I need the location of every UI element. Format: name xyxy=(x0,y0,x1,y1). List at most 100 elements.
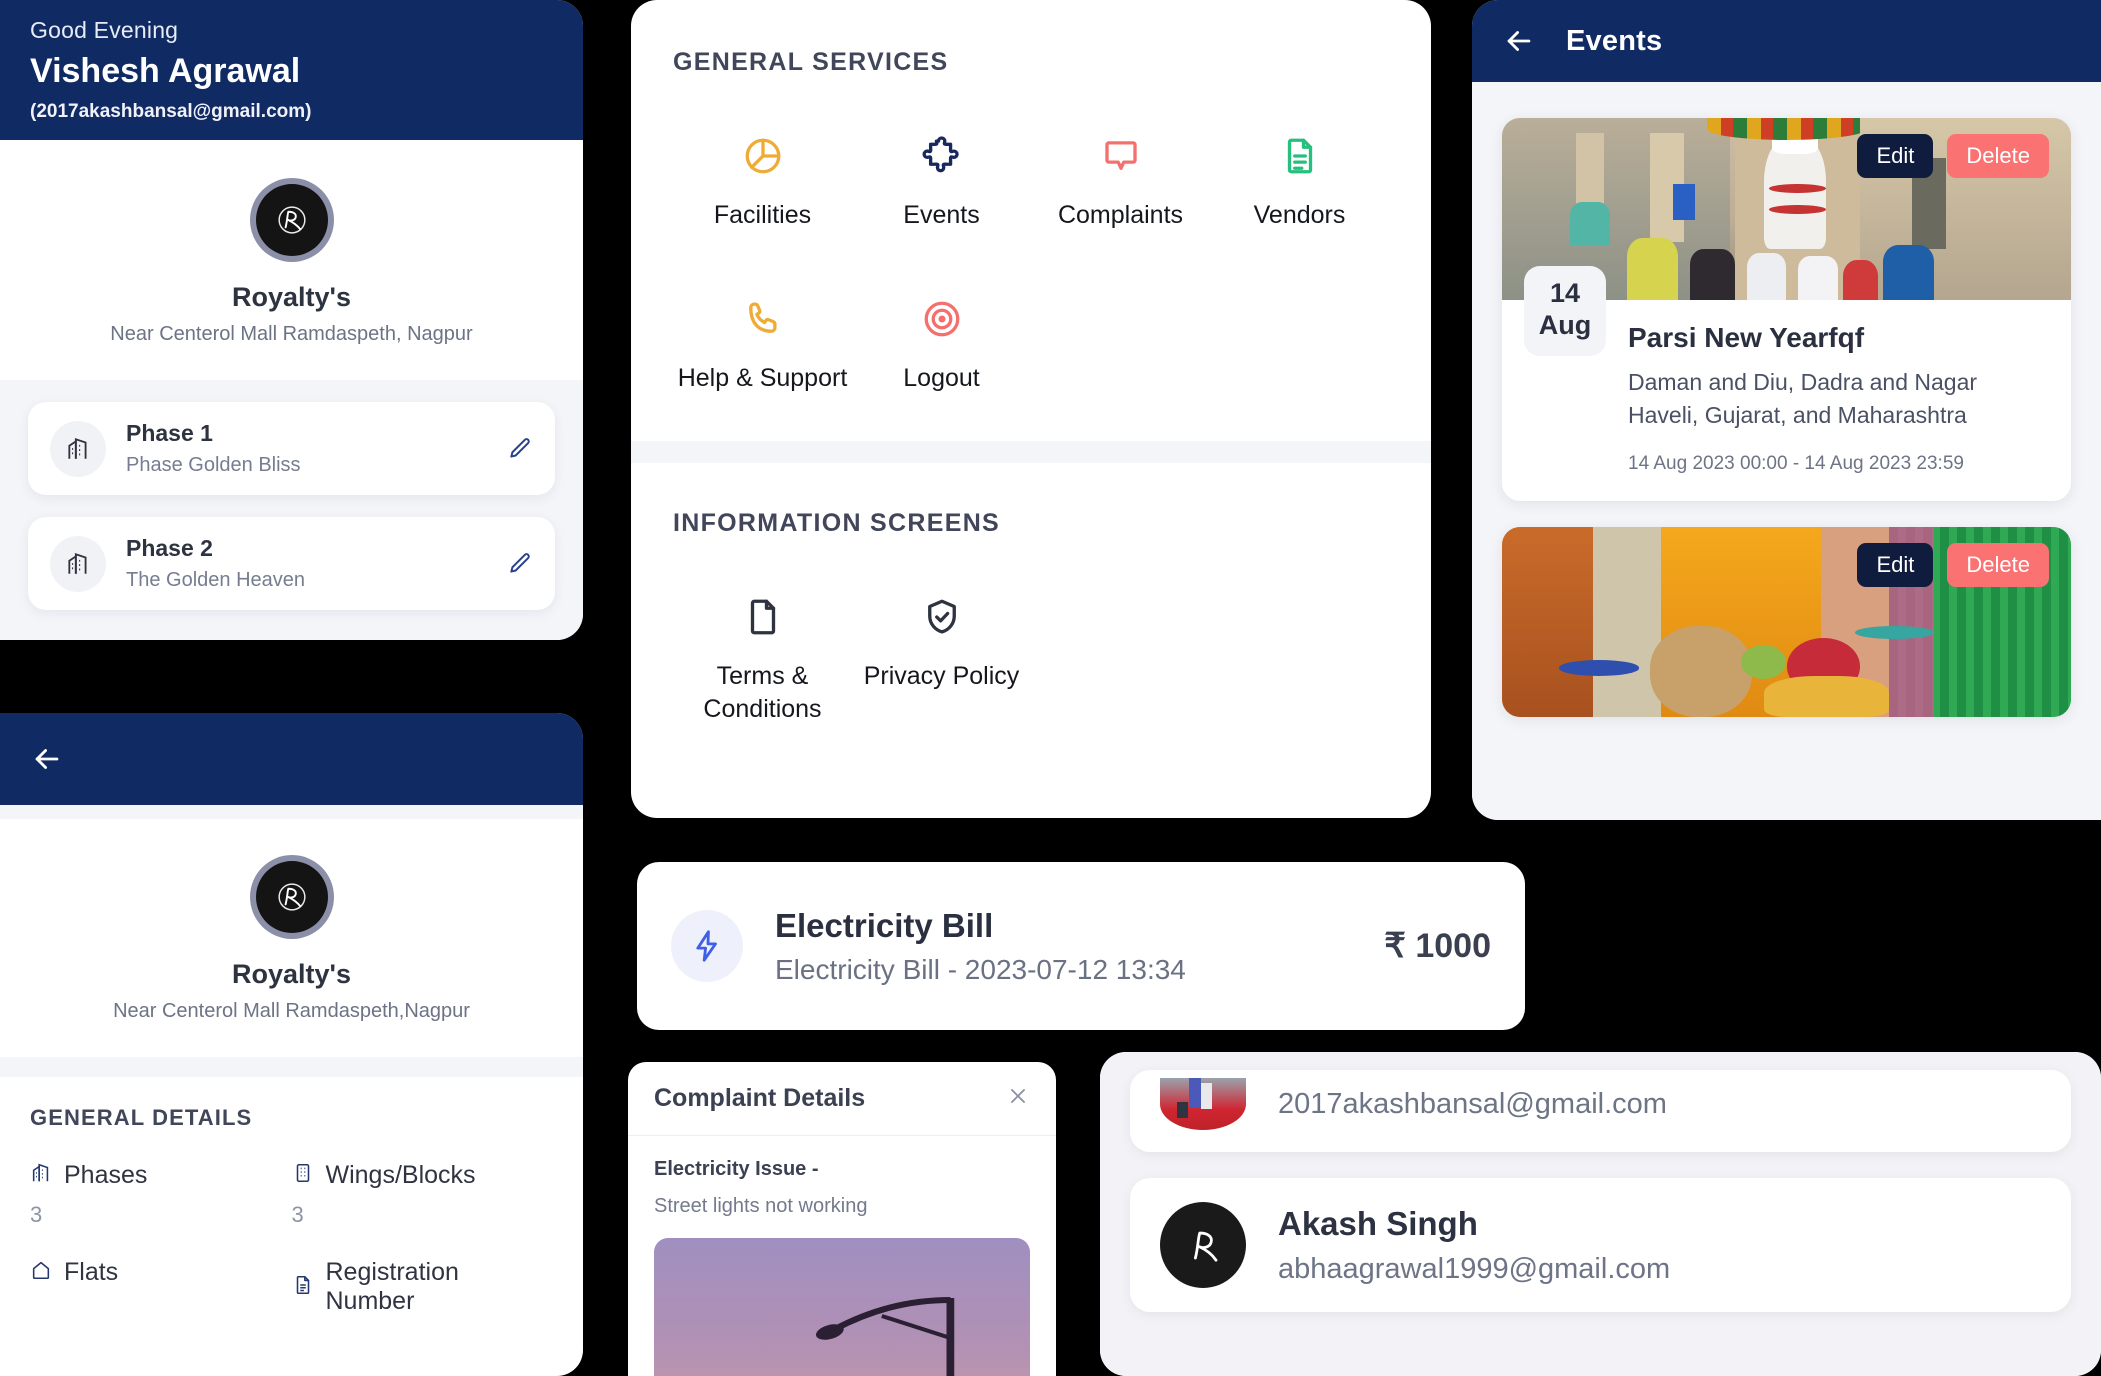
service-label: Complaints xyxy=(1057,201,1184,229)
service-item-facilities[interactable]: Facilities xyxy=(673,129,852,232)
power-target-icon xyxy=(921,292,963,346)
phase-list-item[interactable]: Phase 2 The Golden Heaven xyxy=(28,517,555,610)
close-icon[interactable] xyxy=(1006,1084,1030,1113)
event-actions: Edit Delete xyxy=(1857,134,2049,178)
org-name: Royalty's xyxy=(232,959,351,989)
event-time-range: 14 Aug 2023 00:00 - 14 Aug 2023 23:59 xyxy=(1628,453,1964,475)
lightning-bolt-icon xyxy=(671,910,743,982)
building-icon xyxy=(50,420,106,477)
phase-text-group: Phase 2 The Golden Heaven xyxy=(126,535,507,592)
bill-text-group: Electricity Bill Electricity Bill - 2023… xyxy=(775,907,1384,986)
detail-item-flats: Flats xyxy=(30,1258,292,1328)
service-item-help-support[interactable]: Help & Support xyxy=(673,292,852,395)
event-location: Daman and Diu, Dadra and Nagar Haveli, G… xyxy=(1628,369,1978,428)
detail-label: Registration Number xyxy=(325,1258,459,1315)
event-date-badge: 14 Aug xyxy=(1524,266,1606,356)
service-item-terms[interactable]: Terms & Conditions xyxy=(673,590,852,726)
service-item-privacy[interactable]: Privacy Policy xyxy=(852,590,1031,726)
phone-icon xyxy=(742,292,784,346)
modal-body: Electricity Issue - Street lights not wo… xyxy=(628,1136,1056,1376)
avatar[interactable] xyxy=(249,855,334,939)
contact-list-item[interactable]: 2017akashbansal@gmail.com xyxy=(1130,1070,2071,1152)
detail-item-wings: Wings/Blocks 3 xyxy=(292,1161,554,1228)
detail-label: Flats xyxy=(64,1258,119,1286)
event-card[interactable]: Edit Delete 14 Aug Parsi New Yearfqf Dam… xyxy=(1502,118,2071,502)
service-label: Terms & Conditions xyxy=(703,662,822,723)
complaint-issue-label: Electricity Issue - xyxy=(654,1158,819,1180)
modal-title: Complaint Details xyxy=(654,1084,866,1112)
information-screens-title: INFORMATION SCREENS xyxy=(673,509,1001,537)
puzzle-piece-icon xyxy=(921,129,963,183)
contact-text-group: Akash Singh abhaagrawal1999@gmail.com xyxy=(1278,1205,1670,1286)
events-panel: Events Edit Delete 14 Aug Parsi New Year… xyxy=(1472,0,2101,820)
events-header: Events xyxy=(1472,0,2101,82)
service-item-events[interactable]: Events xyxy=(852,129,1031,232)
modal-header: Complaint Details xyxy=(628,1062,1056,1136)
detail-item-phases: Phases 3 xyxy=(30,1161,292,1228)
general-services-grid-row2: Help & Support Logout xyxy=(673,292,1389,395)
street-light-silhouette xyxy=(815,1297,955,1376)
events-list: Edit Delete 14 Aug Parsi New Yearfqf Dam… xyxy=(1472,82,2101,820)
phase-list-item[interactable]: Phase 1 Phase Golden Bliss xyxy=(28,402,555,495)
information-screens-grid: Terms & Conditions Privacy Policy xyxy=(673,590,1389,726)
phase-list: Phase 1 Phase Golden Bliss Phase 2 The G… xyxy=(0,380,583,640)
org-summary: Royalty's Near Centerol Mall Ramdaspeth,… xyxy=(0,140,583,380)
bill-subtitle: Electricity Bill - 2023-07-12 13:34 xyxy=(775,953,1186,985)
detail-label: Phases xyxy=(64,1161,148,1189)
royalty-r-logo-icon xyxy=(1194,1231,1218,1262)
pencil-icon[interactable] xyxy=(507,551,533,577)
phase-subtitle: The Golden Heaven xyxy=(126,569,306,591)
contact-list-item[interactable]: Akash Singh abhaagrawal1999@gmail.com xyxy=(1130,1178,2071,1312)
delete-button[interactable]: Delete xyxy=(1947,543,2049,588)
org-name: Royalty's xyxy=(232,282,351,312)
service-label: Vendors xyxy=(1253,201,1346,229)
org-address: Near Centerol Mall Ramdaspeth, Nagpur xyxy=(110,323,473,345)
general-details-grid: Phases 3 Wings/Blocks 3 Flats Registrati… xyxy=(30,1161,553,1328)
back-arrow-icon[interactable] xyxy=(1502,24,1536,58)
file-text-icon xyxy=(1279,129,1321,183)
service-item-vendors[interactable]: Vendors xyxy=(1210,129,1389,232)
home-icon xyxy=(30,1259,52,1286)
information-screens-section: INFORMATION SCREENS Terms & Conditions P… xyxy=(631,463,1431,726)
service-label: Logout xyxy=(903,364,980,392)
detail-label: Wings/Blocks xyxy=(325,1161,476,1189)
contact-email: 2017akashbansal@gmail.com xyxy=(1278,1087,1667,1120)
event-card[interactable]: Edit Delete xyxy=(1502,527,2071,718)
service-label: Facilities xyxy=(713,201,812,229)
profile-header: Good Evening Vishesh Agrawal (2017akashb… xyxy=(0,0,583,140)
society-details-panel: Royalty's Near Centerol Mall Ramdaspeth,… xyxy=(0,713,583,1376)
greeting-text: Good Evening xyxy=(30,17,179,43)
back-arrow-icon[interactable] xyxy=(30,742,64,776)
event-date-day: 14 xyxy=(1549,278,1581,309)
event-actions: Edit Delete xyxy=(1857,543,2049,588)
service-label: Privacy Policy xyxy=(863,662,1020,690)
general-services-section: GENERAL SERVICES Facilities Events Compl… xyxy=(631,0,1431,395)
avatar-logo xyxy=(255,184,328,256)
shield-check-icon xyxy=(921,590,963,644)
service-item-logout[interactable]: Logout xyxy=(852,292,1031,395)
edit-button[interactable]: Edit xyxy=(1857,543,1934,588)
event-info: Parsi New Yearfqf Daman and Diu, Dadra a… xyxy=(1628,322,2045,475)
bill-row: Electricity Bill Electricity Bill - 2023… xyxy=(637,862,1525,1030)
bill-card-panel[interactable]: Electricity Bill Electricity Bill - 2023… xyxy=(637,862,1525,1030)
contact-text-group: 2017akashbansal@gmail.com xyxy=(1278,1088,1667,1121)
menu-section-divider xyxy=(631,441,1431,463)
phase-text-group: Phase 1 Phase Golden Bliss xyxy=(126,420,507,477)
complaint-issue-text: Street lights not working xyxy=(654,1195,868,1217)
delete-button[interactable]: Delete xyxy=(1947,134,2049,178)
phase-title: Phase 2 xyxy=(126,535,213,561)
pencil-icon[interactable] xyxy=(507,436,533,462)
edit-button[interactable]: Edit xyxy=(1857,134,1934,178)
pie-chart-icon xyxy=(742,129,784,183)
screenshot-stage: Good Evening Vishesh Agrawal (2017akashb… xyxy=(0,0,2101,1376)
general-details-section: GENERAL DETAILS Phases 3 Wings/Blocks 3 … xyxy=(0,1077,583,1328)
section-divider xyxy=(0,1057,583,1077)
service-item-complaints[interactable]: Complaints xyxy=(1031,129,1210,232)
service-label: Help & Support xyxy=(677,364,848,392)
profile-panel: Good Evening Vishesh Agrawal (2017akashb… xyxy=(0,0,583,640)
contact-email: abhaagrawal1999@gmail.com xyxy=(1278,1252,1671,1285)
details-header xyxy=(0,713,583,805)
avatar-logo xyxy=(255,861,328,933)
bill-amount: ₹ 1000 xyxy=(1384,927,1491,965)
avatar[interactable] xyxy=(249,178,334,262)
